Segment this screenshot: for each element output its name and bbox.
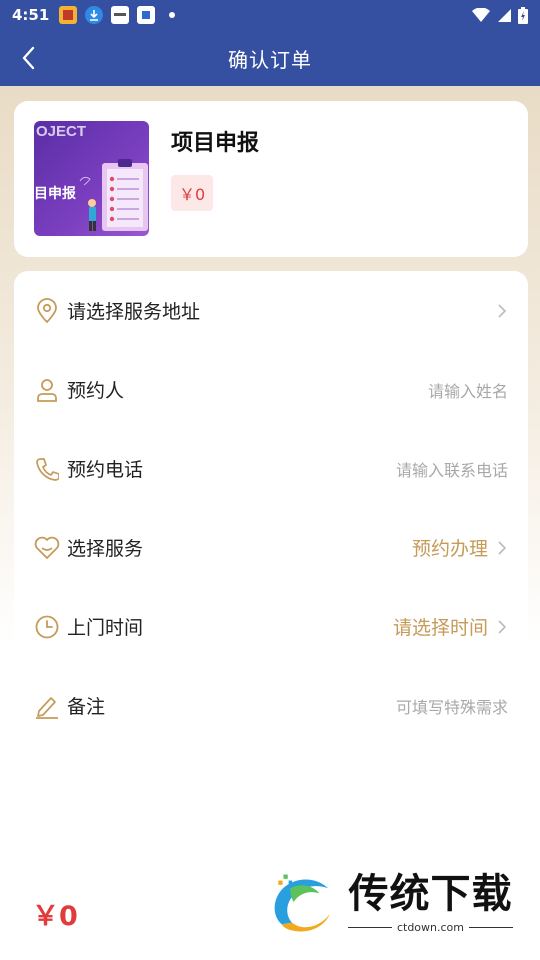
chevron-left-icon bbox=[22, 46, 35, 70]
note-label: 备注 bbox=[67, 696, 106, 718]
phone-icon bbox=[34, 456, 60, 482]
time-value: 请选择时间 bbox=[393, 613, 508, 640]
time-row[interactable]: 上门时间 请选择时间 bbox=[14, 587, 528, 666]
time-selected: 请选择时间 bbox=[392, 617, 488, 639]
thumbnail-caption: 目申报 bbox=[34, 186, 76, 202]
phone-label: 预约电话 bbox=[67, 459, 144, 481]
back-button[interactable] bbox=[14, 44, 42, 72]
nav-bar: 确认订单 bbox=[0, 30, 540, 86]
product-card: OJECT 目申报 项目申报 ￥0 bbox=[14, 101, 528, 257]
signal-icon bbox=[498, 8, 511, 22]
service-selected: 预约办理 bbox=[411, 538, 488, 560]
service-label: 选择服务 bbox=[67, 538, 144, 560]
status-bar: 4:51 bbox=[0, 0, 540, 30]
note-row: 备注 可填写特殊需求 bbox=[14, 666, 528, 745]
app-notification-icon bbox=[137, 6, 156, 24]
watermark-title: 传统下载 bbox=[348, 870, 513, 917]
person-icon bbox=[34, 377, 60, 403]
more-notifications-icon bbox=[169, 12, 176, 18]
chevron-right-icon bbox=[498, 540, 508, 556]
status-right bbox=[472, 6, 528, 24]
download-icon bbox=[85, 6, 104, 24]
contact-row: 预约人 请输入姓名 bbox=[14, 350, 528, 429]
clipboard-illustration bbox=[79, 159, 148, 231]
watermark-logo bbox=[274, 874, 330, 932]
app-notification-icon bbox=[111, 6, 130, 24]
watermark: 传统下载 ctdown.com bbox=[268, 862, 518, 942]
contact-input[interactable]: 请输入姓名 bbox=[428, 378, 508, 402]
service-row[interactable]: 选择服务 预约办理 bbox=[14, 508, 528, 587]
edit-icon bbox=[34, 693, 60, 719]
order-form: 请选择服务地址 预约人 请输入姓名 预约电话 请输入联系电话 选择服务 预约办理 bbox=[14, 271, 528, 751]
contact-label: 预约人 bbox=[67, 380, 125, 402]
phone-input[interactable]: 请输入联系电话 bbox=[396, 457, 508, 481]
chevron-right-icon bbox=[498, 619, 508, 635]
product-info: 项目申报 ￥0 bbox=[171, 121, 259, 211]
address-row[interactable]: 请选择服务地址 bbox=[14, 271, 528, 350]
note-input[interactable]: 可填写特殊需求 bbox=[396, 694, 508, 718]
product-thumbnail[interactable]: OJECT 目申报 bbox=[34, 121, 149, 236]
chevron-right-icon bbox=[498, 303, 508, 319]
time-label: 上门时间 bbox=[67, 617, 144, 639]
contact-placeholder: 请输入姓名 bbox=[427, 381, 508, 401]
watermark-text: 传统下载 ctdown.com bbox=[343, 871, 518, 934]
app-notification-icon bbox=[59, 6, 78, 24]
service-value: 预约办理 bbox=[412, 534, 508, 561]
phone-placeholder: 请输入联系电话 bbox=[395, 460, 508, 480]
address-label: 请选择服务地址 bbox=[67, 301, 201, 323]
total-price: ￥0 bbox=[32, 901, 78, 932]
product-name: 项目申报 bbox=[171, 131, 260, 156]
status-time: 4:51 bbox=[12, 6, 50, 24]
watermark-url: ctdown.com bbox=[343, 921, 518, 934]
note-placeholder: 可填写特殊需求 bbox=[395, 697, 508, 717]
battery-icon bbox=[518, 6, 528, 24]
heart-icon bbox=[34, 535, 60, 561]
wifi-icon bbox=[472, 7, 490, 22]
address-value bbox=[488, 303, 508, 319]
product-price: ￥0 bbox=[171, 175, 214, 211]
page-title: 确认订单 bbox=[228, 47, 312, 72]
clock-icon bbox=[34, 614, 60, 640]
phone-row: 预约电话 请输入联系电话 bbox=[14, 429, 528, 508]
location-icon bbox=[34, 297, 60, 324]
